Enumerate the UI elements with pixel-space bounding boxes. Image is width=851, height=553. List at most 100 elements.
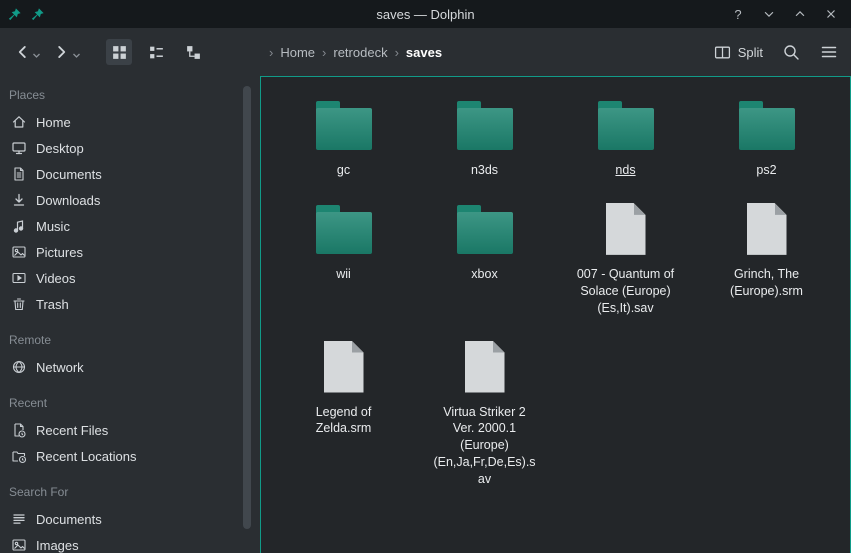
sidebar-item-trash[interactable]: Trash: [0, 291, 260, 317]
icon-box: [465, 337, 505, 397]
sidebar-item-recent-locations[interactable]: Recent Locations: [0, 443, 260, 469]
search-images-icon: [11, 537, 27, 553]
file-item[interactable]: Grinch, The (Europe).srm: [696, 195, 837, 317]
sidebar-item-label: Recent Locations: [36, 449, 136, 464]
breadcrumb-chevron-icon: ›: [269, 45, 273, 60]
split-icon: [714, 44, 731, 61]
forward-button[interactable]: [50, 39, 84, 65]
sidebar-item-label: Images: [36, 538, 79, 553]
pin-icon[interactable]: [30, 7, 45, 22]
file-icon: [324, 341, 364, 393]
folder-item[interactable]: ps2: [696, 91, 837, 179]
icon-box: [316, 95, 372, 155]
icon-box: [598, 95, 654, 155]
folder-icon: [316, 212, 372, 254]
file-item[interactable]: 007 - Quantum of Solace (Europe) (Es,It)…: [555, 195, 696, 317]
sidebar-item-desktop[interactable]: Desktop: [0, 135, 260, 161]
home-icon: [11, 114, 27, 130]
breadcrumb-chevron-icon: ›: [322, 45, 326, 60]
file-label: gc: [337, 162, 350, 179]
sidebar-item-documents[interactable]: Documents: [0, 506, 260, 532]
toolbar-nav: [10, 28, 206, 76]
window-controls: ?: [730, 6, 851, 22]
search-button[interactable]: [781, 42, 801, 62]
sidebar-item-downloads[interactable]: Downloads: [0, 187, 260, 213]
file-icon: [606, 203, 646, 255]
folder-item[interactable]: n3ds: [414, 91, 555, 179]
sidebar-item-images[interactable]: Images: [0, 532, 260, 553]
file-item[interactable]: Virtua Striker 2 Ver. 2000.1 (Europe) (E…: [414, 333, 555, 488]
folder-view[interactable]: gc n3ds nds ps2 wii xbox 007 - Quantum of Sola…: [260, 76, 851, 553]
chevron-down-icon: [32, 51, 41, 60]
window-title: saves — Dolphin: [0, 7, 851, 22]
folder-item[interactable]: xbox: [414, 195, 555, 317]
titlebar: saves — Dolphin ?: [0, 0, 851, 28]
sidebar-section-header: Search For: [0, 485, 260, 499]
sidebar-item-home[interactable]: Home: [0, 109, 260, 135]
sidebar-item-label: Desktop: [36, 141, 84, 156]
file-icon: [465, 341, 505, 393]
recent-files-icon: [11, 422, 27, 438]
main-area: PlacesHomeDesktopDocumentsDownloadsMusic…: [0, 76, 851, 553]
help-button[interactable]: ?: [730, 6, 746, 22]
file-icon: [747, 203, 787, 255]
forward-icon: [53, 43, 71, 61]
icon-box: [739, 95, 795, 155]
file-item[interactable]: Legend of Zelda.srm: [273, 333, 414, 488]
folder-icon: [457, 212, 513, 254]
close-button[interactable]: [823, 6, 839, 22]
maximize-button[interactable]: [792, 6, 808, 22]
compact-view-icon: [148, 44, 165, 61]
sidebar-item-documents[interactable]: Documents: [0, 161, 260, 187]
icon-box: [606, 199, 646, 259]
split-button-label: Split: [738, 45, 763, 60]
toolbar: ›Home›retrodeck›saves Split: [0, 28, 851, 76]
sidebar-item-pictures[interactable]: Pictures: [0, 239, 260, 265]
sidebar-item-videos[interactable]: Videos: [0, 265, 260, 291]
details-view-button[interactable]: [180, 39, 206, 65]
music-icon: [11, 218, 27, 234]
hamburger-icon: [820, 43, 838, 61]
sidebar-scrollbar[interactable]: [243, 86, 251, 529]
sidebar-item-network[interactable]: Network: [0, 354, 260, 380]
icons-view-button[interactable]: [106, 39, 132, 65]
desktop-icon: [11, 140, 27, 156]
breadcrumb-item[interactable]: retrodeck: [333, 45, 387, 60]
breadcrumb-item[interactable]: saves: [406, 45, 442, 60]
icon-box: [457, 95, 513, 155]
minimize-button[interactable]: [761, 6, 777, 22]
folder-icon: [598, 108, 654, 150]
chevron-down-icon: [72, 51, 81, 60]
icon-box: [316, 199, 372, 259]
folder-item[interactable]: wii: [273, 195, 414, 317]
documents-icon: [11, 166, 27, 182]
folder-icon: [316, 108, 372, 150]
compact-view-button[interactable]: [143, 39, 169, 65]
sidebar-section-header: Remote: [0, 333, 260, 347]
sidebar-item-label: Recent Files: [36, 423, 108, 438]
icons-view-icon: [111, 44, 128, 61]
sidebar-item-recent-files[interactable]: Recent Files: [0, 417, 260, 443]
recent-locations-icon: [11, 448, 27, 464]
sidebar-item-label: Home: [36, 115, 71, 130]
menu-button[interactable]: [819, 42, 839, 62]
folder-item[interactable]: nds: [555, 91, 696, 179]
file-label: n3ds: [471, 162, 498, 179]
split-button[interactable]: Split: [714, 44, 763, 61]
network-icon: [11, 359, 27, 375]
pin-icon[interactable]: [7, 7, 22, 22]
file-label: xbox: [471, 266, 497, 283]
folder-item[interactable]: gc: [273, 91, 414, 179]
back-button[interactable]: [10, 39, 44, 65]
icon-box: [747, 199, 787, 259]
file-label: nds: [615, 162, 635, 179]
breadcrumb-item[interactable]: Home: [280, 45, 315, 60]
file-label: Legend of Zelda.srm: [291, 404, 397, 438]
sidebar-item-label: Downloads: [36, 193, 100, 208]
sidebar-item-music[interactable]: Music: [0, 213, 260, 239]
pictures-icon: [11, 244, 27, 260]
file-label: wii: [336, 266, 351, 283]
sidebar-section-header: Recent: [0, 396, 260, 410]
back-icon: [13, 43, 31, 61]
sidebar-item-label: Documents: [36, 167, 102, 182]
